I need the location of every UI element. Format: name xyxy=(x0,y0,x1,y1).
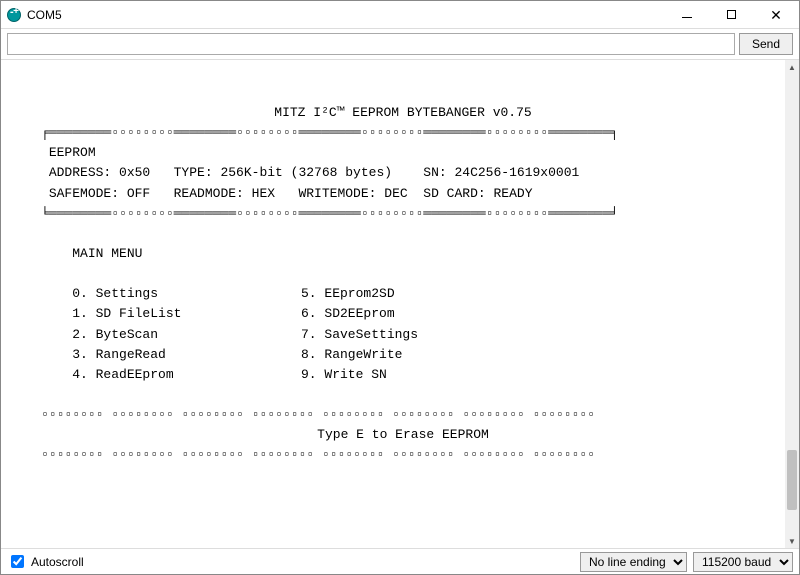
baud-select[interactable]: 115200 baud xyxy=(693,552,793,572)
menu-col-left: 0. Settings 1. SD FileList 2. ByteScan 3… xyxy=(41,284,301,385)
scroll-down-icon[interactable]: ▼ xyxy=(785,534,799,548)
terminal-area: MITZ I²C™ EEPROM BYTEBANGER v0.75 ╒══════… xyxy=(1,59,799,548)
menu-item-3: 3. RangeRead xyxy=(72,347,166,362)
erase-hint: Type E to Erase EEPROM xyxy=(41,425,765,445)
serial-input[interactable] xyxy=(7,33,735,55)
app-title: MITZ I²C™ EEPROM BYTEBANGER v0.75 xyxy=(41,103,765,123)
eeprom-info-1: ADDRESS: 0x50 TYPE: 256K-bit (32768 byte… xyxy=(49,165,580,180)
line-ending-select[interactable]: No line ending xyxy=(580,552,687,572)
scrollbar[interactable]: ▲ ▼ xyxy=(785,60,799,548)
window-buttons: ✕ xyxy=(665,1,799,28)
menu-item-1: 1. SD FileList xyxy=(72,306,181,321)
eeprom-info-2: SAFEMODE: OFF READMODE: HEX WRITEMODE: D… xyxy=(49,186,533,201)
divider-top: ╒════════▫▫▫▫▫▫▫▫════════▫▫▫▫▫▫▫▫═══════… xyxy=(41,125,618,140)
main-menu-heading: MAIN MENU xyxy=(72,246,142,261)
close-button[interactable]: ✕ xyxy=(753,1,799,28)
titlebar: COM5 ✕ xyxy=(1,1,799,29)
divider-long-1: ▫▫▫▫▫▫▫▫ ▫▫▫▫▫▫▫▫ ▫▫▫▫▫▫▫▫ ▫▫▫▫▫▫▫▫ ▫▫▫▫… xyxy=(41,407,595,422)
menu-item-5: 5. EEprom2SD xyxy=(301,286,395,301)
menu-item-2: 2. ByteScan xyxy=(72,327,158,342)
minimize-button[interactable] xyxy=(665,1,709,28)
menu-item-7: 7. SaveSettings xyxy=(301,327,418,342)
maximize-button[interactable] xyxy=(709,1,753,28)
menu-item-4: 4. ReadEEprom xyxy=(72,367,173,382)
terminal-output: MITZ I²C™ EEPROM BYTEBANGER v0.75 ╒══════… xyxy=(1,73,785,535)
autoscroll-label: Autoscroll xyxy=(31,555,84,569)
menu-item-9: 9. Write SN xyxy=(301,367,387,382)
statusbar: Autoscroll No line ending 115200 baud xyxy=(1,548,799,574)
divider-long-2: ▫▫▫▫▫▫▫▫ ▫▫▫▫▫▫▫▫ ▫▫▫▫▫▫▫▫ ▫▫▫▫▫▫▫▫ ▫▫▫▫… xyxy=(41,447,595,462)
autoscroll-toggle[interactable]: Autoscroll xyxy=(7,552,574,571)
menu-item-8: 8. RangeWrite xyxy=(301,347,402,362)
menu-col-right: 5. EEprom2SD 6. SD2EEprom 7. SaveSetting… xyxy=(301,284,561,385)
menu-item-6: 6. SD2EEprom xyxy=(301,306,395,321)
eeprom-label: EEPROM xyxy=(49,145,96,160)
menu-columns: 0. Settings 1. SD FileList 2. ByteScan 3… xyxy=(41,284,765,385)
arduino-icon xyxy=(7,8,21,22)
window-title: COM5 xyxy=(27,8,665,22)
scroll-up-icon[interactable]: ▲ xyxy=(785,60,799,74)
serial-monitor-window: COM5 ✕ Send MITZ I²C™ EEPROM BYTEBANGER … xyxy=(0,0,800,575)
scroll-thumb[interactable] xyxy=(787,450,797,510)
send-button[interactable]: Send xyxy=(739,33,793,55)
menu-item-0: 0. Settings xyxy=(72,286,158,301)
autoscroll-checkbox[interactable] xyxy=(11,555,24,568)
toolbar: Send xyxy=(1,29,799,59)
divider-mid: ╘════════▫▫▫▫▫▫▫▫════════▫▫▫▫▫▫▫▫═══════… xyxy=(41,206,618,221)
